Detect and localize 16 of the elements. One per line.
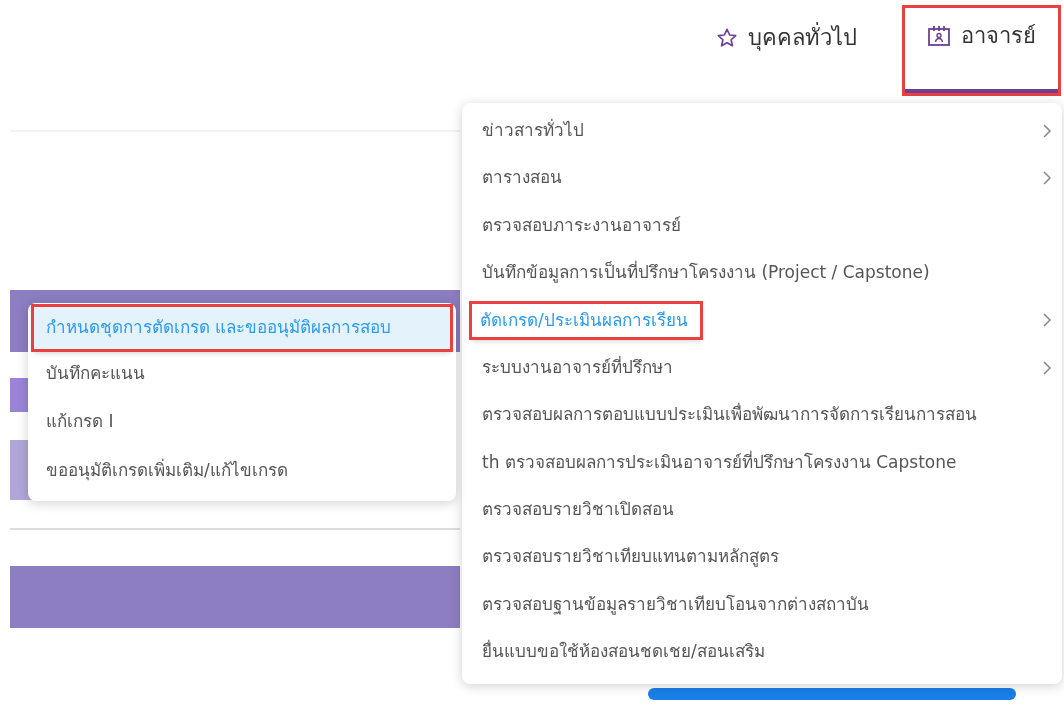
menu-item[interactable]: ตรวจสอบฐานข้อมูลรายวิชาเทียบโอนจากต่างสถาบัน — [480, 587, 871, 622]
submenu-item[interactable]: แก้เกรด I — [28, 397, 456, 446]
menu-item[interactable]: ระบบงานอาจารย์ที่ปรึกษา — [480, 350, 675, 385]
menu-item[interactable]: ตรวจสอบผลการตอบแบบประเมินเพื่อพัฒนาการจัดการเรียนการสอน — [480, 398, 979, 432]
menu-item[interactable]: ข่าวสารทั่วไป — [480, 113, 586, 148]
menu-item[interactable]: th ตรวจสอบผลการประเมินอาจารย์ที่ปรึกษาโครงงาน Capstone — [480, 445, 959, 480]
nav-tab[interactable]: บุคคลทั่วไป — [694, 8, 879, 93]
menu-item[interactable]: ตรวจสอบรายวิชาเปิดสอน — [480, 493, 676, 527]
submenu-item[interactable]: ขออนุมัติเกรดเพิ่มเติม/แก้ไขเกรด — [28, 446, 456, 495]
submenu-item[interactable]: บันทึกคะแนน — [28, 349, 456, 398]
menu-item[interactable]: ตรวจสอบรายวิชาเทียบแทนตามหลักสูตร — [480, 540, 781, 574]
menu-item[interactable]: ตรวจสอบภาระงานอาจารย์ — [480, 208, 683, 243]
menu-item[interactable]: ยื่นแบบขอใช้ห้องสอนชดเชย/สอนเสริม — [480, 635, 767, 669]
menu-item[interactable]: ตารางสอน — [480, 161, 564, 195]
menu-item[interactable]: บันทึกข้อมูลการเป็นที่ปรึกษาโครงงาน (Project / Capstone) — [480, 256, 932, 290]
nav-tab[interactable]: อาจารย์ — [905, 8, 1058, 93]
